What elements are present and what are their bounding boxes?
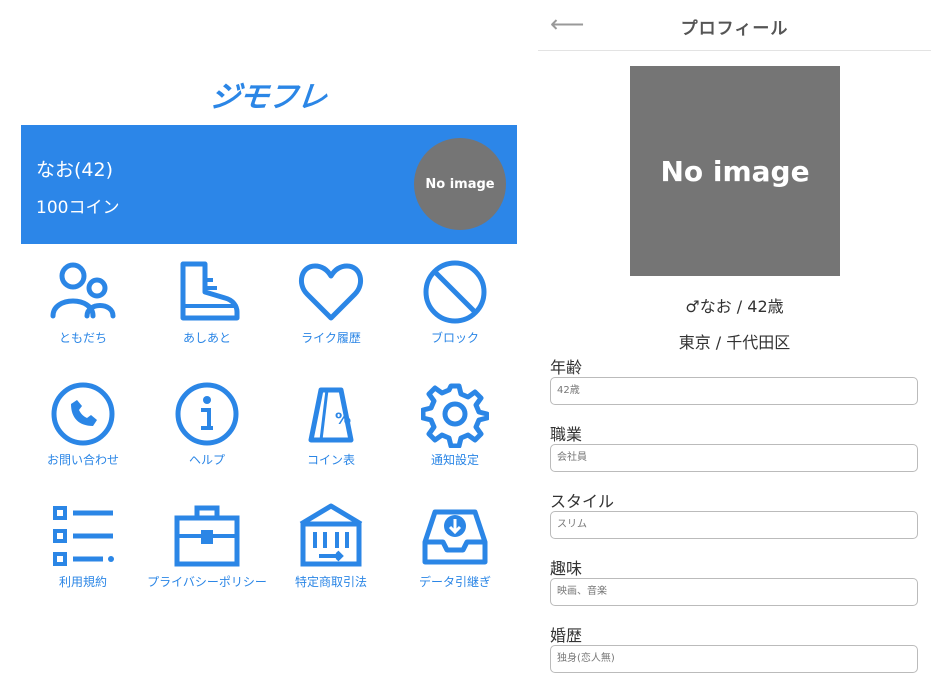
bank-icon: [299, 503, 363, 567]
page-title: プロフィール: [680, 19, 789, 39]
menu-label: お問い合わせ: [46, 453, 119, 467]
menu-item-commercial-law[interactable]: 特定商取引法: [269, 498, 393, 608]
menu-label: データ引継ぎ: [418, 575, 491, 589]
menu-label: ヘルプ: [188, 453, 225, 467]
hobby-field[interactable]: 映画、音楽: [550, 578, 918, 606]
menu-item-like-history[interactable]: ライク履歴: [269, 254, 393, 364]
footprint-shoe-icon: [180, 261, 240, 321]
menu-item-privacy-policy[interactable]: プライバシーポリシー: [145, 498, 269, 608]
age-field[interactable]: 42歳: [550, 377, 918, 405]
phone-icon: [51, 382, 115, 446]
field-label-hobby: 趣味: [550, 559, 583, 578]
menu-item-contact[interactable]: お問い合わせ: [21, 376, 145, 486]
avatar-placeholder-text: No image: [425, 176, 495, 192]
inbox-download-icon: [422, 509, 488, 565]
coin-table-icon: %: [308, 387, 354, 443]
user-banner[interactable]: なお(42) 100コイン No image: [21, 125, 517, 244]
gear-icon: [421, 383, 489, 448]
menu-label: あしあと: [182, 331, 231, 345]
menu-screen: ジモフレ なお(42) 100コイン No image ともだち あしあと ライ…: [0, 0, 538, 684]
svg-text:%: %: [335, 409, 351, 428]
profile-gender-name-age: ♂なお / 42歳: [685, 297, 784, 316]
menu-item-friends[interactable]: ともだち: [21, 254, 145, 364]
menu-item-coin-table[interactable]: % コイン表: [269, 376, 393, 486]
photo-placeholder-text: No image: [660, 154, 810, 188]
menu-item-terms[interactable]: 利用規約: [21, 498, 145, 608]
field-label-occupation: 職業: [550, 425, 583, 444]
user-coin-balance: 100コイン: [36, 198, 120, 218]
info-icon: [175, 382, 239, 446]
profile-header: ⟵ プロフィール: [538, 0, 931, 51]
profile-screen: ⟵ プロフィール No image ♂なお / 42歳 東京 / 千代田区 年齢…: [538, 0, 931, 684]
briefcase-icon: [174, 505, 240, 567]
menu-label: コイン表: [306, 453, 355, 467]
menu-label: 通知設定: [430, 453, 479, 467]
menu-label: ブロック: [430, 331, 479, 345]
list-icon: [53, 506, 114, 566]
menu-item-notification-settings[interactable]: 通知設定: [393, 376, 517, 486]
marital-history-field[interactable]: 独身(恋人無): [550, 645, 918, 673]
field-label-marital-history: 婚歴: [550, 626, 583, 645]
field-label-style: スタイル: [550, 492, 615, 511]
menu-item-block[interactable]: ブロック: [393, 254, 517, 364]
style-field[interactable]: スリム: [550, 511, 918, 539]
menu-label: 特定商取引法: [294, 575, 367, 589]
app-logo: ジモフレ: [208, 80, 328, 115]
menu-label: 利用規約: [58, 575, 107, 589]
menu-item-footprints[interactable]: あしあと: [145, 254, 269, 364]
menu-label: プライバシーポリシー: [147, 575, 267, 589]
menu-item-data-transfer[interactable]: データ引継ぎ: [393, 498, 517, 608]
heart-icon: [298, 263, 364, 321]
user-name-age: なお(42): [36, 159, 114, 181]
friends-icon: [50, 262, 116, 319]
menu-item-help[interactable]: ヘルプ: [145, 376, 269, 486]
avatar[interactable]: No image: [414, 138, 506, 230]
profile-photo[interactable]: No image: [630, 66, 840, 276]
menu-label: ともだち: [58, 331, 107, 345]
field-label-age: 年齢: [550, 358, 583, 377]
profile-location: 東京 / 千代田区: [678, 333, 791, 352]
block-icon: [423, 260, 487, 324]
occupation-field[interactable]: 会社員: [550, 444, 918, 472]
menu-label: ライク履歴: [301, 331, 361, 345]
